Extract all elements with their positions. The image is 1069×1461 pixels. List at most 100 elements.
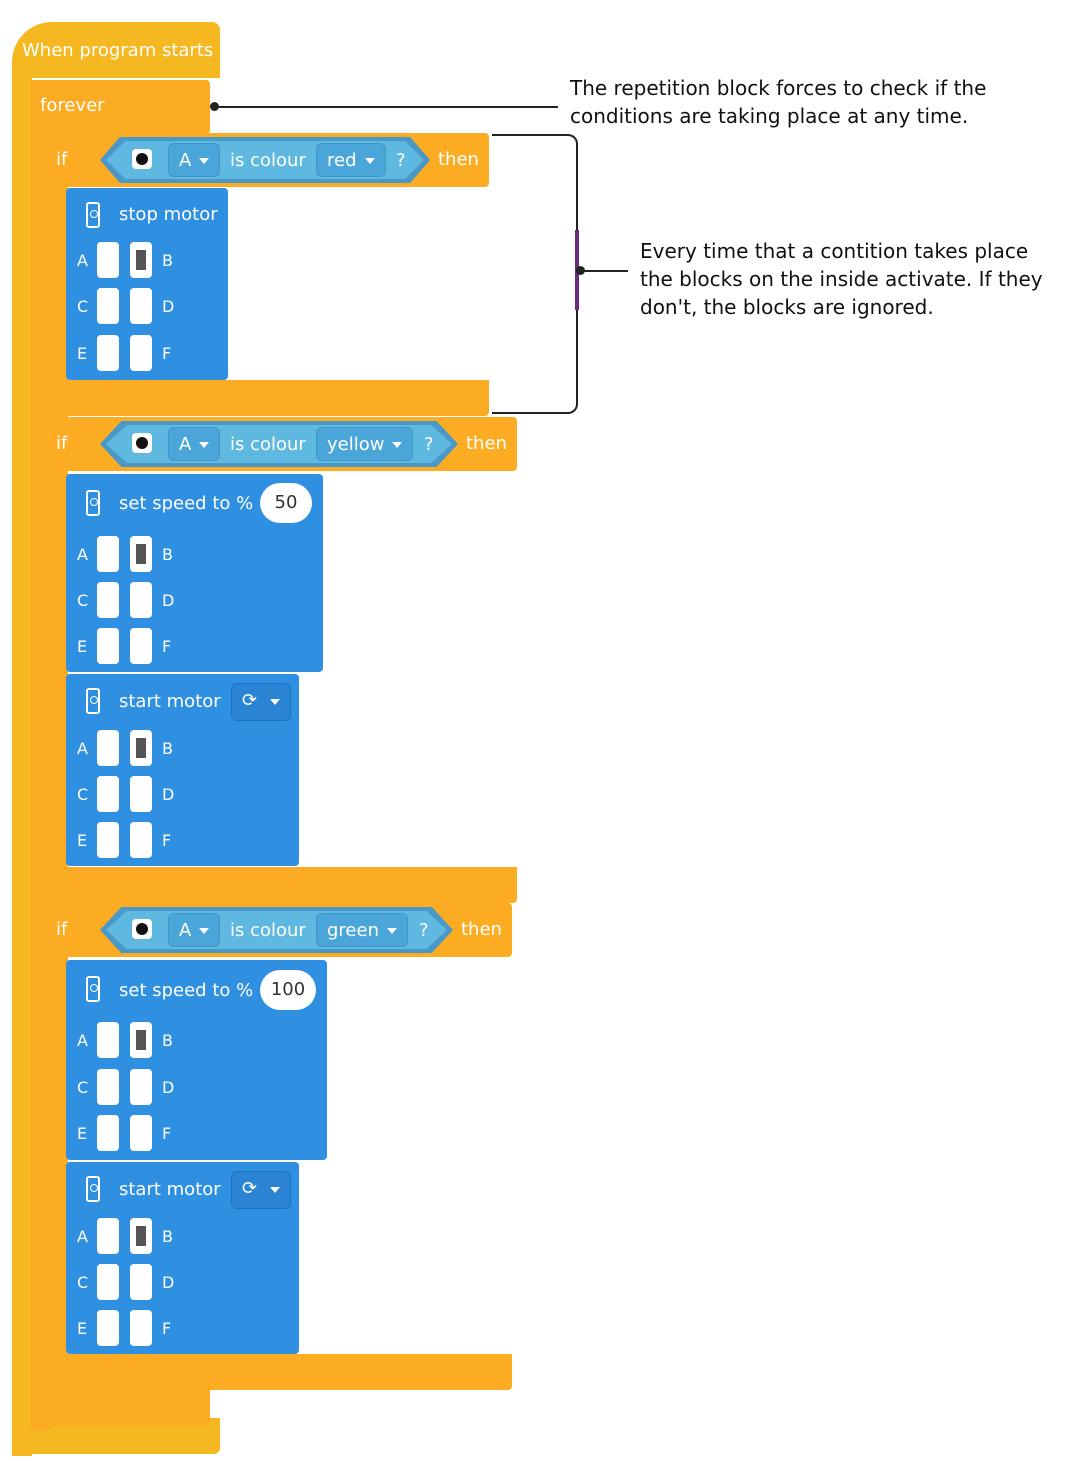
set-speed-block-1[interactable]: set speed to % 50 A B C D E F: [66, 474, 323, 672]
when-program-starts-hat[interactable]: When program starts: [12, 22, 220, 78]
port-e-label: E: [77, 344, 88, 363]
port-c-label: C: [77, 297, 89, 316]
if-annotation: Every time that a contition takes place …: [640, 239, 1043, 319]
then-3-label: then: [461, 919, 502, 940]
start-motor-block-1[interactable]: start motor ⟳ A B C D E F: [66, 674, 299, 866]
colour-dropdown-3[interactable]: green: [316, 913, 408, 947]
port-c-box[interactable]: [97, 1069, 119, 1105]
port-e-box[interactable]: [97, 335, 119, 371]
rotate-clockwise-icon: ⟳: [242, 1178, 258, 1199]
port-b-box[interactable]: [130, 1218, 152, 1254]
colour-dropdown-2[interactable]: yellow: [316, 427, 414, 461]
direction-dropdown-2[interactable]: ⟳: [231, 1171, 291, 1209]
hat-spine: [12, 76, 32, 1456]
colour-value: green: [327, 920, 379, 941]
colour-dropdown-1[interactable]: red: [316, 143, 386, 177]
motor-icon: [86, 688, 100, 714]
port-b-box[interactable]: [130, 242, 152, 278]
port-c-label: C: [77, 1273, 89, 1292]
port-a-box[interactable]: [97, 1022, 119, 1058]
port-d-label: D: [162, 297, 175, 316]
port-d-label: D: [162, 1078, 175, 1097]
if-callout-dot: [576, 266, 585, 275]
forever-bottom-cap: [30, 1390, 210, 1426]
port-c-label: C: [77, 1078, 89, 1097]
question-mark-3: ?: [419, 920, 429, 941]
port-c-box[interactable]: [97, 1264, 119, 1300]
port-e-box[interactable]: [97, 822, 119, 858]
direction-dropdown-1[interactable]: ⟳: [231, 683, 291, 721]
port-b-box[interactable]: [130, 536, 152, 572]
port-d-box[interactable]: [130, 288, 152, 324]
if-2-spine: [48, 470, 68, 900]
port-c-label: C: [77, 785, 89, 804]
port-b-box[interactable]: [130, 730, 152, 766]
port-d-label: D: [162, 1273, 175, 1292]
speed-value-input-1[interactable]: 50: [260, 483, 312, 523]
port-f-label: F: [162, 831, 172, 850]
start-motor-block-2[interactable]: start motor ⟳ A B C D E F: [66, 1162, 299, 1354]
port-d-box[interactable]: [130, 1264, 152, 1300]
if-3-label: if: [56, 919, 68, 940]
port-a-box[interactable]: [97, 1218, 119, 1254]
colour-sensor-condition-1[interactable]: A is colour red ?: [100, 137, 430, 183]
port-f-box[interactable]: [130, 335, 152, 371]
chevron-down-icon: [364, 158, 375, 164]
chevron-down-icon: [387, 928, 397, 934]
port-dropdown-2[interactable]: A: [168, 427, 221, 461]
port-e-label: E: [77, 831, 88, 850]
port-a-box[interactable]: [97, 730, 119, 766]
port-a-box[interactable]: [97, 536, 119, 572]
port-d-label: D: [162, 785, 175, 804]
port-a-label: A: [77, 1031, 88, 1050]
if-1-label: if: [56, 149, 68, 170]
port-c-box[interactable]: [97, 582, 119, 618]
rotate-clockwise-icon: ⟳: [242, 690, 258, 711]
port-f-box[interactable]: [130, 1310, 152, 1346]
port-e-box[interactable]: [97, 1115, 119, 1151]
forever-block[interactable]: forever: [30, 80, 210, 134]
port-c-label: C: [77, 591, 89, 610]
port-d-box[interactable]: [130, 1069, 152, 1105]
port-e-box[interactable]: [97, 1310, 119, 1346]
port-d-box[interactable]: [130, 776, 152, 812]
port-f-box[interactable]: [130, 1115, 152, 1151]
then-2-label: then: [466, 433, 507, 454]
port-e-box[interactable]: [97, 628, 119, 664]
port-c-box[interactable]: [97, 776, 119, 812]
colour-sensor-condition-2[interactable]: A is colour yellow ?: [100, 421, 458, 467]
port-dropdown-1[interactable]: A: [168, 143, 221, 177]
port-f-box[interactable]: [130, 822, 152, 858]
forever-annotation: The repetition block forces to check if …: [570, 76, 987, 128]
stop-motor-label: stop motor: [119, 204, 218, 225]
set-speed-label-1: set speed to %: [119, 493, 254, 514]
stop-motor-block[interactable]: stop motor A B C D E F: [66, 188, 228, 380]
port-e-label: E: [77, 1319, 88, 1338]
chevron-down-icon: [270, 699, 280, 705]
set-speed-block-2[interactable]: set speed to % 100 A B C D E F: [66, 960, 327, 1160]
port-b-label: B: [162, 251, 173, 270]
port-a-box[interactable]: [97, 242, 119, 278]
is-colour-label-1: is colour: [230, 150, 306, 171]
port-d-box[interactable]: [130, 582, 152, 618]
colour-value: red: [327, 150, 357, 171]
port-dropdown-3[interactable]: A: [168, 913, 221, 947]
if-3-bottom: [48, 1354, 512, 1390]
motor-icon: [86, 1176, 100, 1202]
speed-value-input-2[interactable]: 100: [260, 970, 316, 1010]
is-colour-label-3: is colour: [230, 920, 306, 941]
port-f-box[interactable]: [130, 628, 152, 664]
then-1-label: then: [438, 149, 479, 170]
port-c-box[interactable]: [97, 288, 119, 324]
port-f-label: F: [162, 637, 172, 656]
is-colour-label-2: is colour: [230, 434, 306, 455]
question-mark-1: ?: [396, 150, 406, 171]
port-b-label: B: [162, 1031, 173, 1050]
forever-callout-line: [214, 106, 558, 108]
port-value: A: [179, 434, 192, 455]
port-value: A: [179, 150, 192, 171]
colour-sensor-condition-3[interactable]: A is colour green ?: [100, 907, 453, 953]
chevron-down-icon: [199, 442, 210, 448]
port-b-box[interactable]: [130, 1022, 152, 1058]
colour-sensor-icon: [132, 919, 152, 939]
